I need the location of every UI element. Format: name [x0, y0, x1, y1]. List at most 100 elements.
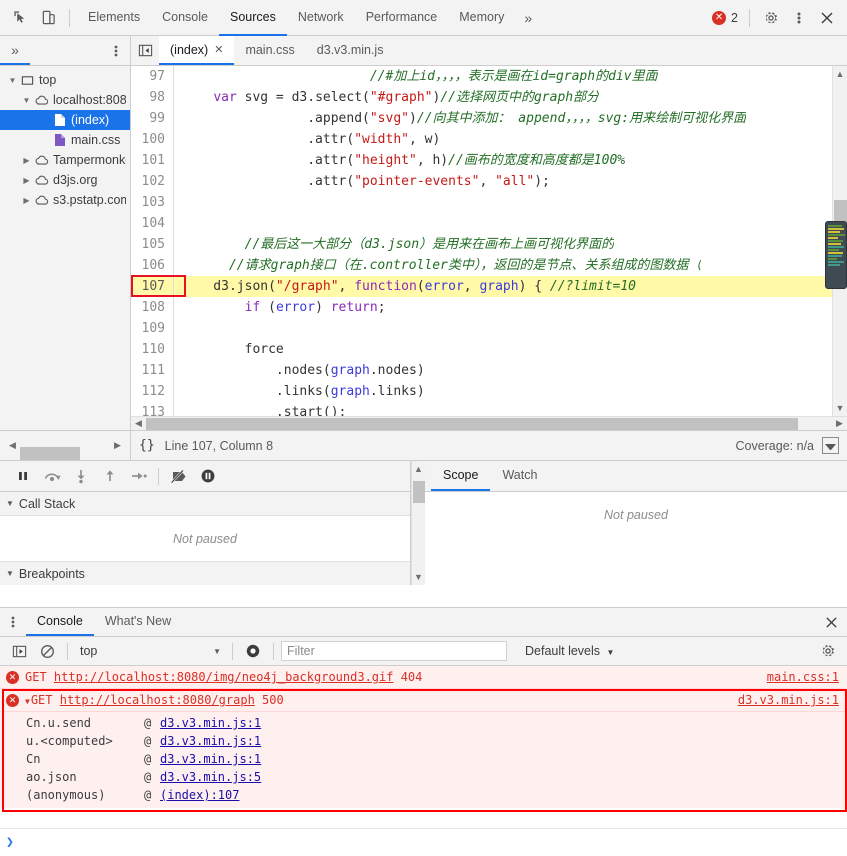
- twisty-icon[interactable]: ▶: [20, 196, 33, 205]
- scroll-track[interactable]: [20, 439, 80, 460]
- chevron-down-icon[interactable]: ▼: [607, 648, 615, 657]
- more-options-icon[interactable]: [785, 4, 813, 32]
- navigator-overflow-chevron-icon[interactable]: »: [0, 36, 30, 65]
- code-text[interactable]: .links(graph.links): [174, 381, 425, 402]
- stack-frame-link[interactable]: d3.v3.min.js:1: [160, 752, 261, 766]
- scroll-thumb[interactable]: [413, 481, 425, 503]
- line-number[interactable]: 100: [131, 129, 174, 150]
- console-message-list[interactable]: ✕ GET http://localhost:8080/img/neo4j_bac…: [0, 666, 847, 828]
- code-line[interactable]: 100 .attr("width", w): [131, 129, 832, 150]
- scroll-left-arrow-icon[interactable]: ◀: [5, 440, 20, 451]
- code-text[interactable]: var svg = d3.select("#graph")//选择网页中的gra…: [174, 87, 599, 108]
- code-line[interactable]: 109: [131, 318, 832, 339]
- line-number[interactable]: 104: [131, 213, 174, 234]
- line-number[interactable]: 112: [131, 381, 174, 402]
- scroll-thumb[interactable]: [20, 446, 80, 460]
- scroll-thumb[interactable]: [146, 417, 798, 430]
- line-number[interactable]: 101: [131, 150, 174, 171]
- log-levels-selector[interactable]: Default levels ▼: [525, 644, 614, 658]
- tree-item-tampermonkey[interactable]: ▶ Tampermonkey: [0, 150, 130, 170]
- twisty-icon[interactable]: ▼: [6, 499, 14, 508]
- request-url-link[interactable]: http://localhost:8080/img/neo4j_backgrou…: [54, 670, 394, 684]
- pause-on-exceptions-button[interactable]: [193, 463, 222, 489]
- more-tabs-chevron-icon[interactable]: »: [515, 0, 541, 36]
- console-sidebar-icon[interactable]: [6, 639, 32, 663]
- code-line[interactable]: 98 var svg = d3.select("#graph")//选择网页中的…: [131, 87, 832, 108]
- editor-tab-d3-min-js[interactable]: d3.v3.min.js: [306, 36, 395, 65]
- line-number[interactable]: 108: [131, 297, 174, 318]
- breakpoints-section-header[interactable]: ▼ Breakpoints: [0, 561, 410, 585]
- console-message[interactable]: ✕ ▼GET http://localhost:8080/graph 500 d3.…: [0, 689, 847, 712]
- tree-item-localhost[interactable]: ▼ localhost:8080: [0, 90, 130, 110]
- call-stack-section-header[interactable]: ▼ Call Stack: [0, 492, 410, 516]
- line-number[interactable]: 98: [131, 87, 174, 108]
- navigator-more-options-icon[interactable]: [102, 36, 130, 65]
- debugger-pane-scrollbar[interactable]: ▲ ▼: [411, 461, 425, 585]
- tab-memory[interactable]: Memory: [448, 0, 515, 36]
- inspect-element-icon[interactable]: [6, 4, 34, 32]
- editor-tab-index[interactable]: (index) ✕: [159, 36, 235, 65]
- tab-scope[interactable]: Scope: [431, 461, 491, 491]
- scroll-down-arrow-icon[interactable]: ▼: [836, 403, 845, 413]
- code-editor[interactable]: 97 //#加上id，，，，表示是画在id=graph的div里面 98 var …: [131, 66, 847, 416]
- scroll-track[interactable]: [146, 417, 832, 431]
- stack-frame-link[interactable]: d3.v3.min.js:1: [160, 734, 261, 748]
- tab-sources[interactable]: Sources: [218, 0, 287, 36]
- tab-elements[interactable]: Elements: [77, 0, 151, 36]
- code-line[interactable]: 106 //请求graph接口（在.controller类中），返回的是节点、关…: [131, 255, 832, 276]
- search-input[interactable]: [281, 641, 507, 661]
- line-number[interactable]: 110: [131, 339, 174, 360]
- scroll-left-arrow-icon[interactable]: ◀: [131, 418, 146, 429]
- message-source-link[interactable]: d3.v3.min.js:1: [728, 693, 839, 707]
- line-number[interactable]: 106: [131, 255, 174, 276]
- code-text[interactable]: .attr("width", w): [174, 129, 440, 150]
- step-into-next-function-call-button[interactable]: [66, 463, 95, 489]
- code-text[interactable]: d3.json("/graph", function(error, graph)…: [174, 276, 636, 297]
- editor-horizontal-scrollbar[interactable]: ◀ ▶: [131, 416, 847, 430]
- code-line[interactable]: 113 .start();: [131, 402, 832, 416]
- expand-twisty-icon[interactable]: ▼: [25, 697, 30, 706]
- twisty-icon[interactable]: ▼: [6, 569, 14, 578]
- device-toolbar-icon[interactable]: [34, 4, 62, 32]
- tab-watch[interactable]: Watch: [490, 461, 549, 491]
- line-number[interactable]: 102: [131, 171, 174, 192]
- code-lines[interactable]: 97 //#加上id，，，，表示是画在id=graph的div里面 98 var …: [131, 66, 832, 416]
- resume-script-execution-button[interactable]: [8, 463, 37, 489]
- message-source-link[interactable]: main.css:1: [757, 670, 839, 684]
- tab-network[interactable]: Network: [287, 0, 355, 36]
- code-line[interactable]: 99 .append("svg")//向其中添加： append，，，，svg:…: [131, 108, 832, 129]
- console-settings-icon[interactable]: [815, 639, 841, 663]
- show-drawer-icon[interactable]: [822, 437, 839, 454]
- close-icon[interactable]: [815, 608, 847, 636]
- tree-item-top[interactable]: ▼ top: [0, 70, 130, 90]
- step-out-of-current-function-button[interactable]: [95, 463, 124, 489]
- code-line[interactable]: 107 d3.json("/graph", function(error, gr…: [131, 276, 832, 297]
- code-text[interactable]: //#加上id，，，，表示是画在id=graph的div里面: [174, 66, 658, 87]
- code-line[interactable]: 102 .attr("pointer-events", "all");: [131, 171, 832, 192]
- code-line[interactable]: 108 if (error) return;: [131, 297, 832, 318]
- tree-item-index[interactable]: (index): [0, 110, 130, 130]
- step-over-next-function-call-button[interactable]: [37, 463, 66, 489]
- code-text[interactable]: if (error) return;: [174, 297, 386, 318]
- code-line[interactable]: 97 //#加上id，，，，表示是画在id=graph的div里面: [131, 66, 832, 87]
- close-icon[interactable]: ✕: [214, 43, 223, 56]
- tree-item-main-css[interactable]: main.css: [0, 130, 130, 150]
- drawer-tab-console[interactable]: Console: [26, 608, 94, 636]
- console-message[interactable]: ✕ GET http://localhost:8080/img/neo4j_bac…: [0, 666, 847, 689]
- stack-frame-link[interactable]: d3.v3.min.js:5: [160, 770, 261, 784]
- close-icon[interactable]: [813, 4, 841, 32]
- twisty-icon[interactable]: ▼: [6, 76, 19, 85]
- line-number[interactable]: 105: [131, 234, 174, 255]
- clear-console-icon[interactable]: [34, 639, 60, 663]
- tab-performance[interactable]: Performance: [355, 0, 449, 36]
- code-line[interactable]: 111 .nodes(graph.nodes): [131, 360, 832, 381]
- scroll-up-arrow-icon[interactable]: ▲: [836, 69, 845, 79]
- stack-frame-link[interactable]: (index):107: [160, 788, 239, 802]
- drawer-tab-whats-new[interactable]: What's New: [94, 608, 182, 636]
- code-text[interactable]: .attr("pointer-events", "all");: [174, 171, 550, 192]
- line-number[interactable]: 109: [131, 318, 174, 339]
- scroll-right-arrow-icon[interactable]: ▶: [110, 440, 125, 451]
- code-line[interactable]: 101 .attr("height", h)//画布的宽度和高度都是100%: [131, 150, 832, 171]
- code-line[interactable]: 103: [131, 192, 832, 213]
- chevron-down-icon[interactable]: ▼: [213, 647, 225, 656]
